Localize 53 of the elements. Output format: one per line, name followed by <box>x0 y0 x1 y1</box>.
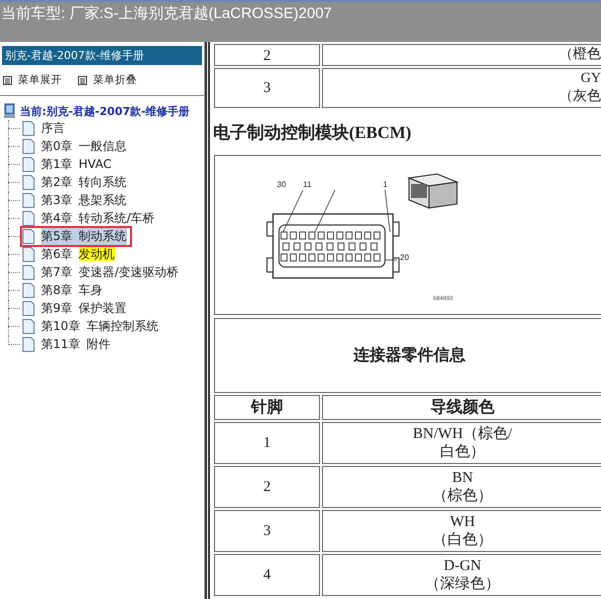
tree-item[interactable]: 第11章 附件 <box>20 334 116 355</box>
document-icon <box>22 265 35 280</box>
tree-root[interactable]: 当前:别克-君越-2007款-维修手册 <box>20 104 190 118</box>
tree-item[interactable]: 第1章 HVAC <box>20 154 116 175</box>
menu-action-link[interactable]: 菜单展开 <box>3 73 62 87</box>
document-icon <box>22 157 35 172</box>
table-cell: D-GN （深绿色） <box>322 554 601 596</box>
section-heading: 电子制动控制模块(EBCM) <box>213 122 412 144</box>
menu-action-link[interactable]: 菜单折叠 <box>78 73 137 87</box>
table-cell: 3 <box>214 68 320 108</box>
table-cell: （橙色 <box>322 44 601 66</box>
tree-item[interactable]: 第5章 制动系统 <box>20 226 132 247</box>
pin-number-label: 30 <box>277 180 286 189</box>
list-icon <box>78 76 87 84</box>
document-icon <box>22 319 35 334</box>
tree-item[interactable]: 第2章 转向系统 <box>20 172 132 193</box>
tree-item[interactable]: 第8章 车身 <box>20 280 108 301</box>
pin-number-label: 20 <box>400 253 409 262</box>
document-icon <box>22 283 35 298</box>
document-icon <box>22 139 35 154</box>
tree-item[interactable]: 第4章 转动系统/车桥 <box>20 208 160 229</box>
window-title: 当前车型: 厂家:S-上海别克君越(LaCROSSE)2007 <box>0 4 332 23</box>
tree-item[interactable]: 第3章 悬架系统 <box>20 190 132 211</box>
tree-item[interactable]: 第9章 保护装置 <box>20 298 132 319</box>
table-cell: 2 <box>214 466 320 508</box>
table-cell: BN （棕色） <box>322 466 601 508</box>
table-cell: 1 <box>214 422 320 464</box>
tree-item[interactable]: 序言 <box>20 118 70 139</box>
table-cell: GY （灰色 <box>322 68 601 108</box>
document-icon <box>22 175 35 190</box>
column-header: 针脚 <box>214 395 320 420</box>
table-cell: WH （白色） <box>322 510 601 552</box>
computer-icon <box>3 103 17 119</box>
document-icon <box>22 193 35 208</box>
tree-item[interactable]: 第7章 变速器/变速驱动桥 <box>20 262 184 283</box>
tree-item[interactable]: 第10章 车辆控制系统 <box>20 316 164 337</box>
column-header: 导线颜色 <box>322 395 601 420</box>
table-cell: BN/WH（棕色/ 白色） <box>322 422 601 464</box>
table-title: 连接器零件信息 <box>214 318 601 393</box>
document-icon <box>22 211 35 226</box>
document-icon <box>22 121 35 136</box>
pin-number-label: 11 <box>303 180 312 189</box>
table-cell: 3 <box>214 510 320 552</box>
table-cell: 4 <box>214 554 320 596</box>
document-icon <box>22 247 35 262</box>
list-icon <box>3 76 12 84</box>
table-cell: 2 <box>214 44 320 66</box>
document-icon <box>22 337 35 352</box>
document-icon <box>22 301 35 316</box>
document-icon <box>22 229 35 244</box>
manual-header: 别克-君越-2007款-维修手册 <box>2 46 202 65</box>
tree-item[interactable]: 第0章 一般信息 <box>20 136 132 157</box>
pin-number-label: 1 <box>383 180 388 189</box>
